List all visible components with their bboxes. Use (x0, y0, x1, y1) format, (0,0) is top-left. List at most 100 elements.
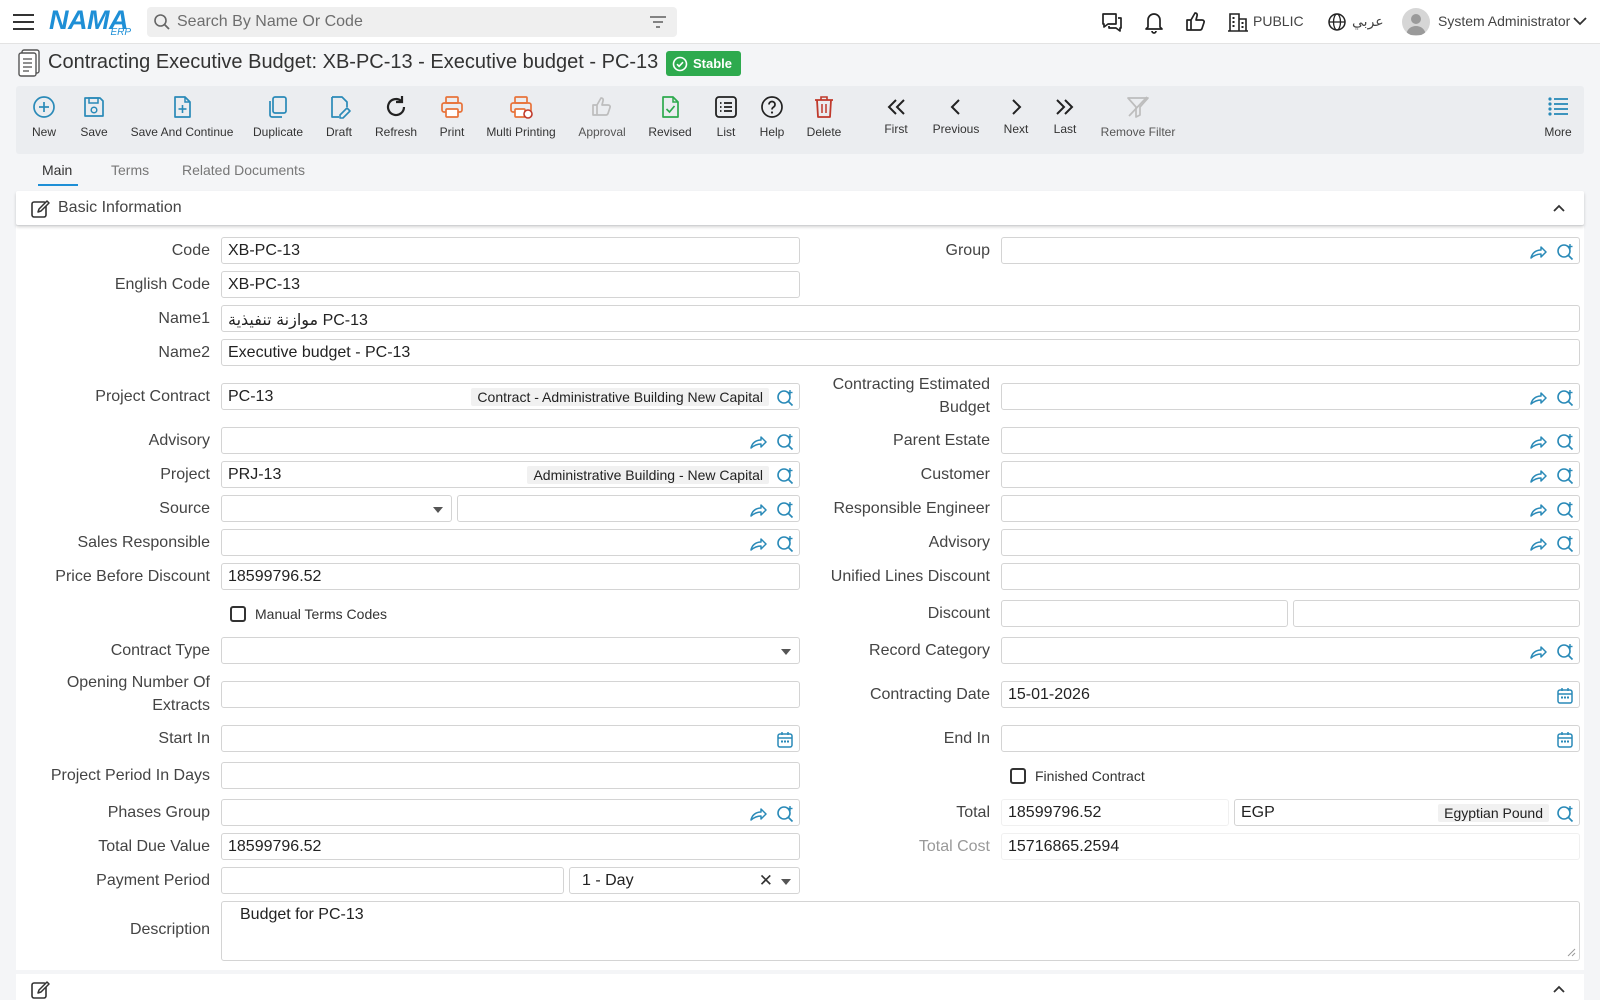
language-switch[interactable]: عربي (1352, 13, 1384, 30)
share-icon[interactable] (1529, 643, 1547, 661)
caret-down-icon[interactable] (781, 649, 791, 655)
help-button[interactable]: Help (758, 86, 786, 154)
next-button[interactable]: Next (1001, 86, 1031, 154)
code-field[interactable]: XB-PC-13 (221, 237, 800, 264)
search-plus-icon[interactable] (1556, 433, 1574, 451)
search-plus-icon[interactable] (776, 535, 794, 553)
search-plus-icon[interactable] (1556, 643, 1574, 661)
contracting-date-field[interactable]: 15-01-2026 (1001, 681, 1580, 708)
share-icon[interactable] (1529, 467, 1547, 485)
share-icon[interactable] (1529, 535, 1547, 553)
chevron-up-icon[interactable] (1552, 982, 1566, 996)
list-button[interactable]: List (713, 86, 739, 154)
first-button[interactable]: First (881, 86, 911, 154)
name2-field[interactable]: Executive budget - PC-13 (221, 339, 1580, 366)
price-before-discount-field[interactable]: 18599796.52 (221, 563, 800, 590)
sales-responsible-field[interactable] (221, 529, 800, 556)
building-icon[interactable] (1227, 9, 1249, 35)
group-field[interactable] (1001, 237, 1580, 264)
save-button[interactable]: Save (78, 86, 110, 154)
filter-icon[interactable] (649, 14, 667, 30)
search-input[interactable] (177, 10, 637, 34)
project-field[interactable]: PRJ-13 Administrative Building - New Cap… (221, 461, 800, 488)
next-section-header[interactable] (16, 974, 1584, 1000)
start-in-field[interactable] (221, 725, 800, 752)
globe-icon[interactable] (1326, 9, 1348, 35)
basic-information-header[interactable]: Basic Information (16, 191, 1584, 225)
share-icon[interactable] (749, 433, 767, 451)
clear-icon[interactable]: ✕ (759, 871, 773, 891)
contract-type-select[interactable] (221, 637, 800, 664)
discount-amount-field[interactable] (1293, 600, 1580, 627)
chevron-up-icon[interactable] (1552, 201, 1566, 215)
advisory2-field[interactable] (1001, 529, 1580, 556)
share-icon[interactable] (1529, 389, 1547, 407)
description-textarea[interactable]: Budget for PC-13 (221, 901, 1580, 961)
parent-estate-field[interactable] (1001, 427, 1580, 454)
chevron-down-icon[interactable] (1572, 14, 1588, 28)
delete-button[interactable]: Delete (805, 86, 843, 154)
search-plus-icon[interactable] (1556, 243, 1574, 261)
currency-field[interactable]: EGP Egyptian Pound (1234, 799, 1580, 826)
unified-lines-discount-field[interactable] (1001, 563, 1580, 590)
more-button[interactable]: More (1543, 86, 1573, 154)
print-button[interactable]: Print (437, 86, 467, 154)
search-plus-icon[interactable] (776, 467, 794, 485)
caret-down-icon[interactable] (781, 879, 791, 885)
opening-number-of-extracts-field[interactable] (221, 681, 800, 708)
customer-field[interactable] (1001, 461, 1580, 488)
search-plus-icon[interactable] (1556, 389, 1574, 407)
avatar[interactable] (1402, 8, 1430, 36)
name1-field[interactable]: موازنة تنفيذية PC-13 (221, 305, 1580, 332)
duplicate-button[interactable]: Duplicate (252, 86, 304, 154)
tab-related-documents[interactable]: Related Documents (182, 162, 305, 178)
project-contract-field[interactable]: PC-13 Contract - Administrative Building… (221, 383, 800, 410)
project-period-field[interactable] (221, 762, 800, 789)
remove-filter-button[interactable]: Remove Filter (1099, 86, 1177, 154)
last-button[interactable]: Last (1051, 86, 1079, 154)
payment-period-field[interactable] (221, 867, 564, 894)
source-field[interactable] (457, 495, 800, 522)
share-icon[interactable] (1529, 501, 1547, 519)
tab-main[interactable]: Main (42, 162, 72, 178)
search-plus-icon[interactable] (776, 805, 794, 823)
share-icon[interactable] (1529, 243, 1547, 261)
branch-selector[interactable]: PUBLIC (1253, 13, 1304, 29)
approval-button[interactable]: Approval (576, 86, 628, 154)
search-plus-icon[interactable] (1556, 805, 1574, 823)
search-plus-icon[interactable] (776, 433, 794, 451)
menu-icon[interactable] (12, 11, 36, 33)
source-type-select[interactable] (221, 495, 452, 522)
currency-name[interactable]: Egyptian Pound (1438, 804, 1549, 822)
project-contract-reference[interactable]: Contract - Administrative Building New C… (471, 388, 769, 406)
share-icon[interactable] (749, 535, 767, 553)
advisory-field[interactable] (221, 427, 800, 454)
caret-down-icon[interactable] (433, 507, 443, 513)
bell-icon[interactable] (1141, 9, 1167, 35)
search-plus-icon[interactable] (1556, 501, 1574, 519)
tab-terms[interactable]: Terms (111, 162, 149, 178)
nama-erp-logo[interactable]: NAMA ERP (49, 5, 131, 38)
draft-button[interactable]: Draft (323, 86, 355, 154)
contracting-estimated-budget-field[interactable] (1001, 383, 1580, 410)
share-icon[interactable] (1529, 433, 1547, 451)
manual-terms-codes-checkbox[interactable] (230, 606, 246, 622)
finished-contract-checkbox[interactable] (1010, 768, 1026, 784)
calendar-icon[interactable] (1556, 731, 1574, 749)
calendar-icon[interactable] (1556, 687, 1574, 705)
chat-icon[interactable] (1099, 9, 1125, 35)
end-in-field[interactable] (1001, 725, 1580, 752)
total-due-value-field[interactable]: 18599796.52 (221, 833, 800, 860)
record-category-field[interactable] (1001, 637, 1580, 664)
share-icon[interactable] (749, 805, 767, 823)
calendar-icon[interactable] (776, 731, 794, 749)
search-plus-icon[interactable] (1556, 535, 1574, 553)
search-plus-icon[interactable] (1556, 467, 1574, 485)
save-and-continue-button[interactable]: Save And Continue (129, 86, 235, 154)
payment-period-unit-select[interactable]: 1 - Day ✕ (569, 867, 800, 894)
resize-handle-icon[interactable] (1567, 948, 1576, 957)
previous-button[interactable]: Previous (930, 86, 982, 154)
user-menu[interactable]: System Administrator (1438, 13, 1570, 29)
new-button[interactable]: New (29, 86, 59, 154)
english-code-field[interactable]: XB-PC-13 (221, 271, 800, 298)
